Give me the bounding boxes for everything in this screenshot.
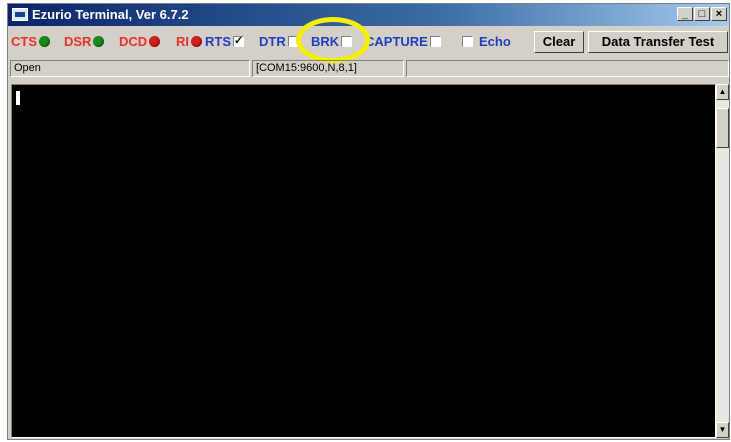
status-state: Open: [10, 60, 250, 77]
clear-button[interactable]: Clear: [534, 31, 584, 53]
brk-checkbox[interactable]: [341, 36, 353, 47]
data-transfer-test-button[interactable]: Data Transfer Test: [588, 31, 728, 53]
capture-label: CAPTURE: [365, 34, 428, 49]
app-icon: [12, 8, 28, 21]
scroll-down-button[interactable]: ▼: [716, 422, 729, 438]
brk-control[interactable]: BRK: [311, 34, 353, 49]
window-title: Ezurio Terminal, Ver 6.7.2: [32, 7, 189, 22]
toolbar: CTS DSR DCD RI RTS ✓ DTR BRK CAPTURE Ech…: [8, 27, 729, 57]
minimize-button[interactable]: _: [677, 7, 693, 21]
terminal-output[interactable]: [11, 84, 716, 438]
cts-indicator: CTS: [11, 34, 50, 49]
rts-control[interactable]: RTS ✓: [205, 34, 244, 49]
dtr-checkbox[interactable]: [287, 36, 299, 47]
dsr-led-icon: [93, 36, 105, 47]
cts-label: CTS: [11, 34, 37, 49]
ri-led-icon: [191, 36, 202, 47]
echo-checkbox[interactable]: [462, 36, 473, 47]
vertical-scrollbar[interactable]: ▲ ▼: [716, 84, 729, 438]
scroll-thumb[interactable]: [716, 108, 729, 148]
dtr-control[interactable]: DTR: [259, 34, 299, 49]
ri-indicator: RI: [176, 34, 202, 49]
rts-label: RTS: [205, 34, 231, 49]
status-extra-pane: [406, 60, 729, 77]
scroll-up-button[interactable]: ▲: [716, 84, 729, 100]
status-port: [COM15:9600,N,8,1]: [252, 60, 404, 77]
text-cursor: [16, 91, 20, 105]
status-bar: Open [COM15:9600,N,8,1]: [8, 58, 729, 79]
dcd-led-icon: [149, 36, 161, 47]
capture-checkbox[interactable]: [429, 36, 441, 47]
terminal-window: Ezurio Terminal, Ver 6.7.2 _ □ × CTS DSR…: [7, 3, 730, 440]
ri-label: RI: [176, 34, 189, 49]
dcd-indicator: DCD: [119, 34, 161, 49]
dsr-indicator: DSR: [64, 34, 105, 49]
restore-button[interactable]: □: [694, 7, 710, 21]
title-bar[interactable]: Ezurio Terminal, Ver 6.7.2 _ □ ×: [8, 4, 729, 26]
echo-control[interactable]: Echo: [462, 34, 511, 49]
window-controls: _ □ ×: [677, 7, 727, 21]
dtr-label: DTR: [259, 34, 286, 49]
close-button[interactable]: ×: [711, 7, 727, 21]
rts-checkbox[interactable]: ✓: [233, 36, 244, 47]
brk-label: BRK: [311, 34, 340, 49]
echo-label: Echo: [479, 34, 511, 49]
dsr-label: DSR: [64, 34, 92, 49]
capture-control[interactable]: CAPTURE: [365, 34, 441, 49]
dcd-label: DCD: [119, 34, 148, 49]
cts-led-icon: [39, 36, 50, 47]
